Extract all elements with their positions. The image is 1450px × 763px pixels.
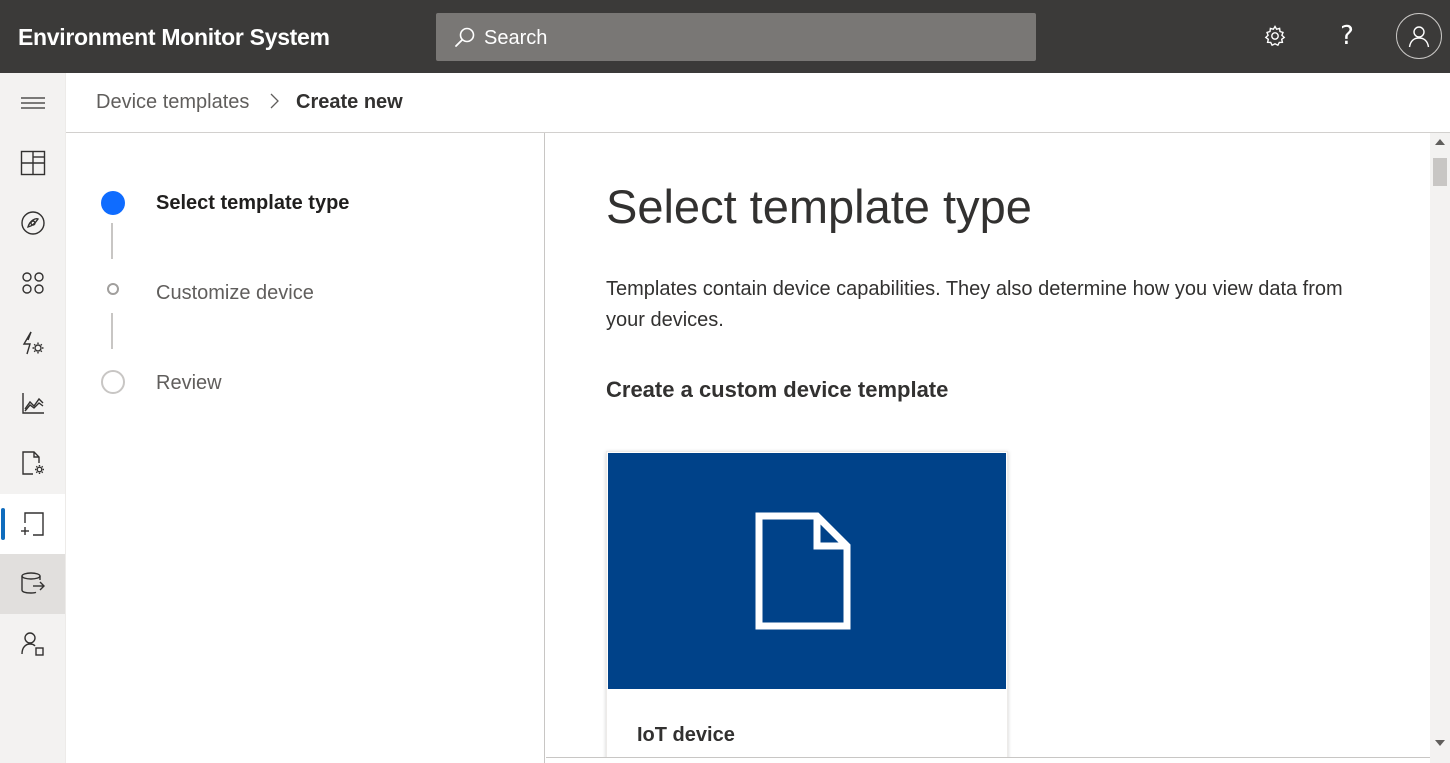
jobs-icon xyxy=(21,451,44,475)
nav-item-jobs[interactable] xyxy=(0,433,65,493)
content-bottom-divider xyxy=(546,757,1430,758)
devices-icon xyxy=(20,211,45,235)
step-customize-device: Customize device xyxy=(156,282,314,304)
scrollbar-thumb[interactable] xyxy=(1433,158,1447,186)
step-active-indicator xyxy=(101,191,125,215)
breadcrumb-device-templates-link[interactable]: Device templates xyxy=(96,91,249,114)
nav-menu-toggle[interactable] xyxy=(0,73,65,133)
iot-device-template-card[interactable]: IoT device xyxy=(606,451,1008,757)
card-banner xyxy=(608,453,1006,689)
page-title: Select template type xyxy=(606,180,1032,233)
scroll-down-arrow-icon[interactable] xyxy=(1435,740,1445,746)
search-input[interactable]: Search xyxy=(484,27,547,50)
wizard-steps: Select template type Customize device Re… xyxy=(66,133,545,763)
nav-item-administration[interactable] xyxy=(0,614,65,674)
dashboard-icon xyxy=(20,150,45,176)
vertical-scrollbar[interactable] xyxy=(1430,133,1450,763)
card-label: IoT device xyxy=(637,724,735,746)
analytics-icon xyxy=(21,393,44,414)
page-description: Templates contain device capabilities. T… xyxy=(606,278,1343,331)
step-connector xyxy=(111,313,113,349)
main-content: Select template type Templates contain d… xyxy=(546,133,1430,757)
step-pending-indicator xyxy=(101,370,125,394)
breadcrumb: Device templates Create new xyxy=(66,73,1450,133)
data-export-icon xyxy=(20,572,45,594)
nav-item-device-groups[interactable] xyxy=(0,253,65,313)
rules-icon xyxy=(22,331,43,355)
search-icon xyxy=(455,27,475,47)
left-navigation xyxy=(0,73,66,763)
nav-item-dashboard[interactable] xyxy=(0,133,65,193)
search-box[interactable]: Search xyxy=(436,13,1036,61)
settings-button[interactable] xyxy=(1260,20,1290,52)
nav-item-devices[interactable] xyxy=(0,193,65,253)
breadcrumb-current: Create new xyxy=(296,91,403,113)
step-pending-indicator xyxy=(107,283,119,295)
step-connector xyxy=(111,223,113,259)
nav-item-data-export[interactable] xyxy=(0,554,65,614)
section-title: Create a custom device template xyxy=(606,377,949,402)
nav-item-device-templates[interactable] xyxy=(0,494,65,554)
chevron-right-icon xyxy=(270,93,279,109)
app-title[interactable]: Environment Monitor System xyxy=(18,24,330,51)
administration-icon xyxy=(20,632,44,656)
scroll-up-arrow-icon[interactable] xyxy=(1435,139,1445,145)
device-templates-icon xyxy=(20,512,44,536)
step-review: Review xyxy=(156,372,222,394)
gear-icon xyxy=(1264,25,1286,47)
help-button[interactable]: ? xyxy=(1332,20,1362,52)
user-avatar-icon xyxy=(1408,26,1430,48)
hamburger-menu-icon xyxy=(20,97,45,109)
step-select-template-type[interactable]: Select template type xyxy=(156,192,349,215)
nav-item-rules[interactable] xyxy=(0,313,65,373)
user-avatar-button[interactable] xyxy=(1396,13,1442,59)
device-groups-icon xyxy=(21,272,44,294)
help-icon: ? xyxy=(1340,21,1354,51)
top-bar: Environment Monitor System Search ? xyxy=(0,0,1450,73)
nav-item-analytics[interactable] xyxy=(0,373,65,433)
file-icon xyxy=(755,512,851,630)
nav-selected-indicator xyxy=(1,508,5,540)
